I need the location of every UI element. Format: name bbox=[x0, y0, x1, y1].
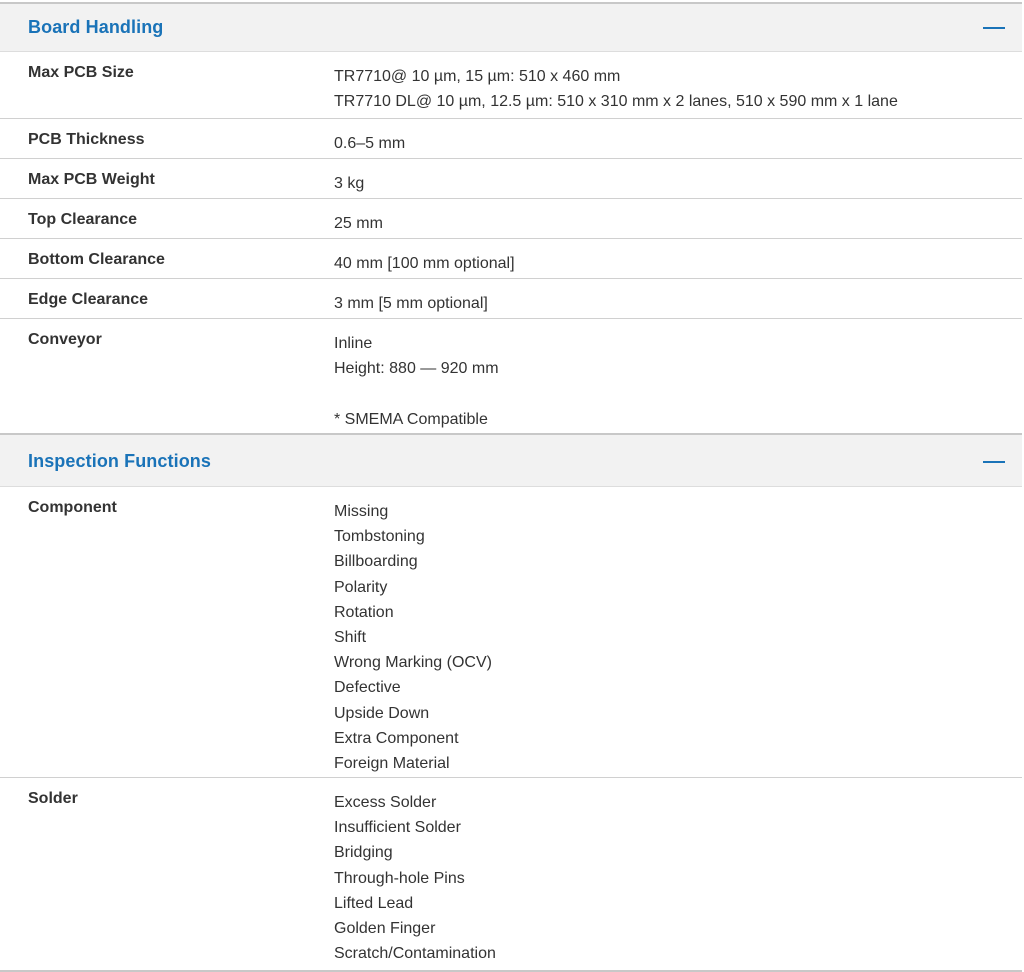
spec-values: 40 mm [100 mm optional] bbox=[334, 251, 515, 276]
spec-values: 3 kg bbox=[334, 171, 364, 196]
spec-value: 3 kg bbox=[334, 175, 365, 192]
spec-value: Extra Component bbox=[334, 729, 459, 747]
spec-label: Max PCB Size bbox=[28, 64, 134, 81]
spec-row-conveyor: Conveyor Inline Height: 880 — 920 mm * S… bbox=[0, 319, 1022, 433]
spec-value: Polarity bbox=[334, 578, 388, 596]
spec-value: 3 mm [5 mm optional] bbox=[334, 295, 488, 312]
spec-value: * SMEMA Compatible bbox=[334, 410, 488, 428]
spec-row-bottom-clearance: Bottom Clearance 40 mm [100 mm optional] bbox=[0, 239, 1022, 279]
spec-value: Tombstoning bbox=[334, 528, 425, 546]
section-header-board-handling[interactable]: Board Handling bbox=[0, 2, 1022, 52]
spec-values: Inline Height: 880 — 920 mm * SMEMA Comp… bbox=[334, 331, 499, 432]
spec-value: TR7710 DL@ 10 µm, 12.5 µm: 510 x 310 mm … bbox=[334, 93, 898, 111]
section-header-inspection-functions[interactable]: Inspection Functions bbox=[0, 433, 1022, 487]
spec-label: Solder bbox=[28, 790, 78, 807]
spec-values: TR7710@ 10 µm, 15 µm: 510 x 460 mm TR771… bbox=[334, 64, 898, 114]
spec-value: TR7710@ 10 µm, 15 µm: 510 x 460 mm bbox=[334, 68, 621, 85]
spec-row-component: Component Missing Tombstoning Billboardi… bbox=[0, 487, 1022, 778]
spec-value: Shift bbox=[334, 628, 367, 646]
spec-value: Defective bbox=[334, 679, 401, 697]
spec-label: PCB Thickness bbox=[28, 131, 145, 148]
spec-row-max-pcb-size: Max PCB Size TR7710@ 10 µm, 15 µm: 510 x… bbox=[0, 52, 1022, 119]
spec-value: 40 mm [100 mm optional] bbox=[334, 255, 515, 272]
section-title: Board Handling bbox=[28, 17, 164, 37]
spec-values: 25 mm bbox=[334, 211, 383, 236]
collapse-icon[interactable] bbox=[982, 449, 1006, 473]
spec-values: Missing Tombstoning Billboarding Polarit… bbox=[334, 499, 492, 776]
spec-value: Golden Finger bbox=[334, 919, 436, 937]
spec-label: Top Clearance bbox=[28, 211, 138, 228]
spec-label: Edge Clearance bbox=[28, 291, 149, 308]
spec-row-top-clearance: Top Clearance 25 mm bbox=[0, 199, 1022, 239]
spec-value: Wrong Marking (OCV) bbox=[334, 654, 492, 672]
spec-value-spacer bbox=[334, 381, 499, 406]
section-title: Inspection Functions bbox=[28, 451, 212, 471]
spec-value: Upside Down bbox=[334, 704, 430, 722]
spec-row-edge-clearance: Edge Clearance 3 mm [5 mm optional] bbox=[0, 279, 1022, 319]
spec-values: Excess Solder Insufficient Solder Bridgi… bbox=[334, 790, 496, 966]
spec-value: Height: 880 — 920 mm bbox=[334, 360, 499, 378]
spec-value: 0.6–5 mm bbox=[334, 135, 406, 152]
spec-value: Excess Solder bbox=[334, 794, 437, 811]
spec-values: 0.6–5 mm bbox=[334, 131, 405, 156]
spec-value: Inline bbox=[334, 335, 373, 352]
spec-value: Insufficient Solder bbox=[334, 819, 461, 837]
spec-row-max-pcb-weight: Max PCB Weight 3 kg bbox=[0, 159, 1022, 199]
spec-value: Through-hole Pins bbox=[334, 869, 465, 887]
spec-label: Conveyor bbox=[28, 331, 102, 348]
spec-value: Bridging bbox=[334, 844, 393, 862]
spec-value: 25 mm bbox=[334, 215, 383, 232]
spec-row-solder: Solder Excess Solder Insufficient Solder… bbox=[0, 778, 1022, 972]
spec-value: Billboarding bbox=[334, 553, 418, 571]
spec-row-pcb-thickness: PCB Thickness 0.6–5 mm bbox=[0, 119, 1022, 159]
spec-label: Component bbox=[28, 499, 117, 516]
spec-value: Missing bbox=[334, 503, 389, 520]
spec-value: Scratch/Contamination bbox=[334, 945, 496, 963]
spec-value: Foreign Material bbox=[334, 754, 450, 772]
spec-values: 3 mm [5 mm optional] bbox=[334, 291, 488, 316]
collapse-icon[interactable] bbox=[982, 15, 1006, 39]
spec-value: Rotation bbox=[334, 603, 394, 621]
spec-value: Lifted Lead bbox=[334, 894, 414, 912]
spec-label: Max PCB Weight bbox=[28, 171, 155, 188]
spec-label: Bottom Clearance bbox=[28, 251, 165, 268]
